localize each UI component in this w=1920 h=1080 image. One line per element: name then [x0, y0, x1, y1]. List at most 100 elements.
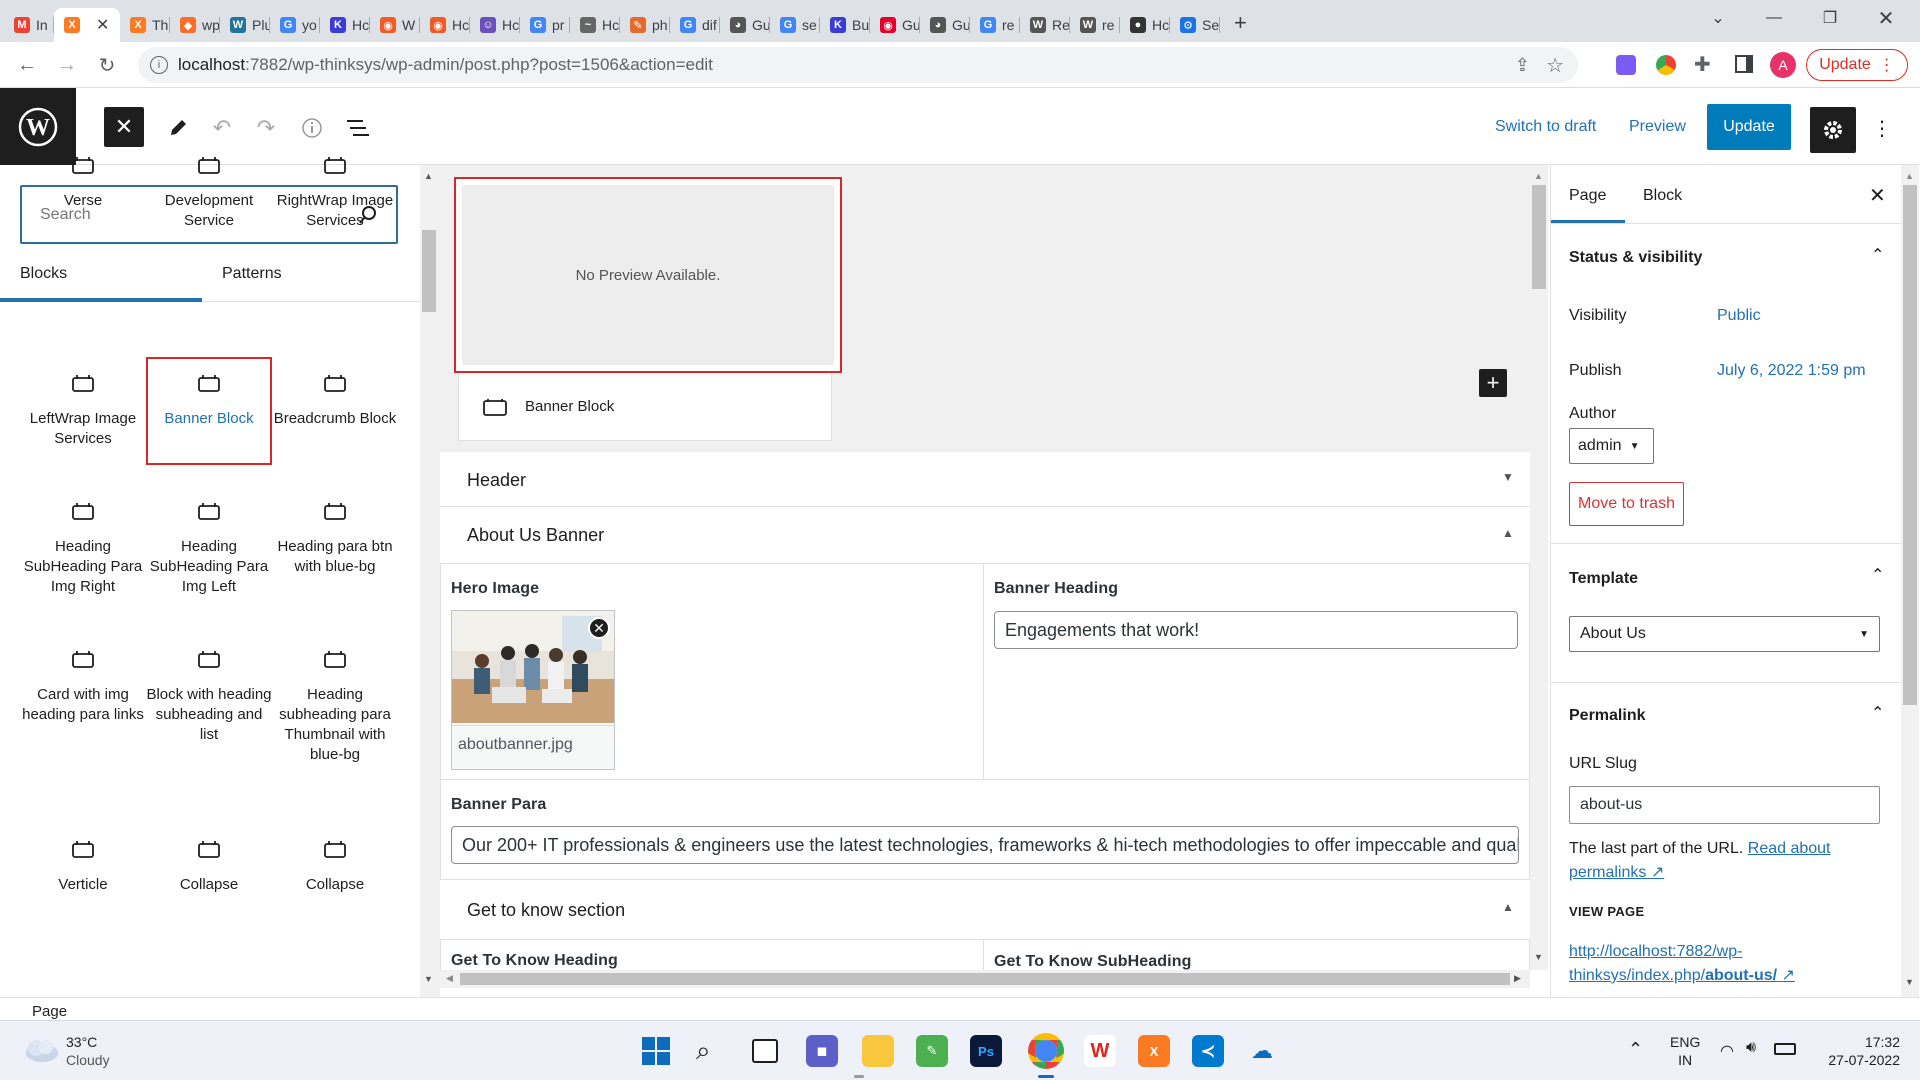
scroll-down-arrow-icon[interactable]: ▼: [424, 974, 433, 984]
wordpress-logo-icon[interactable]: W: [0, 88, 76, 165]
block-item[interactable]: Verse: [20, 157, 146, 211]
cloud-sync-icon[interactable]: ☁: [1246, 1035, 1278, 1067]
chevron-up-icon[interactable]: ⌃: [1871, 245, 1884, 265]
browser-tab[interactable]: Gdif: [670, 8, 720, 42]
volume-icon[interactable]: 🔊︎: [1746, 1039, 1756, 1057]
status-visibility-heading[interactable]: Status & visibility: [1569, 249, 1702, 267]
preview-button[interactable]: Preview: [1629, 118, 1686, 136]
list-view-icon[interactable]: [338, 108, 378, 148]
scroll-thumb[interactable]: [422, 230, 436, 312]
block-item[interactable]: RightWrap Image Services: [272, 157, 398, 231]
close-window-button[interactable]: ✕: [1858, 0, 1914, 36]
block-item[interactable]: Banner Block: [146, 357, 272, 465]
scroll-down-arrow-icon[interactable]: ▼: [1905, 977, 1914, 987]
block-item[interactable]: Heading para btn with blue-bg: [272, 503, 398, 577]
move-to-trash-button[interactable]: Move to trash: [1569, 482, 1684, 526]
horizontal-scroll-thumb[interactable]: [460, 973, 1510, 985]
banner-para-input[interactable]: Our 200+ IT professionals & engineers us…: [451, 826, 1519, 864]
canvas-vertical-scrollbar[interactable]: ▲ ▼: [1530, 165, 1548, 970]
hero-image-thumbnail[interactable]: ✕ aboutbanner.jpg: [451, 610, 615, 770]
close-tab-icon[interactable]: ✕: [96, 15, 109, 35]
browser-tab[interactable]: ◉ W: [370, 8, 420, 42]
browser-tab[interactable]: Wre: [1070, 8, 1120, 42]
scroll-up-arrow-icon[interactable]: ▲: [1905, 171, 1914, 181]
tab-block[interactable]: Block: [1643, 187, 1682, 205]
browser-tab[interactable]: Gre: [970, 8, 1020, 42]
canvas-horizontal-scrollbar[interactable]: ◀ ▶: [440, 970, 1530, 988]
photoshop-icon[interactable]: Ps: [970, 1035, 1002, 1067]
scroll-right-arrow-icon[interactable]: ▶: [1514, 973, 1521, 984]
browser-tab[interactable]: ◆ wp: [170, 8, 220, 42]
close-inserter-button[interactable]: ✕: [104, 107, 144, 147]
sidebar-scroll-thumb[interactable]: [1903, 185, 1917, 705]
tab-page[interactable]: Page: [1569, 187, 1606, 205]
tab-patterns[interactable]: Patterns: [222, 265, 282, 283]
maximize-button[interactable]: ❐: [1802, 0, 1858, 36]
chrome-icon[interactable]: [1028, 1033, 1064, 1069]
browser-tab[interactable]: W Plu: [220, 8, 270, 42]
block-item[interactable]: Collapse: [146, 841, 272, 895]
back-icon[interactable]: ←: [12, 50, 42, 80]
scroll-left-arrow-icon[interactable]: ◀: [446, 973, 453, 984]
browser-tab[interactable]: ~ Hc: [570, 8, 620, 42]
redo-icon[interactable]: ↷: [246, 108, 286, 148]
scroll-down-arrow-icon[interactable]: ▼: [1534, 952, 1543, 962]
block-item[interactable]: Heading SubHeading Para Img Right: [20, 503, 146, 597]
block-item[interactable]: Card with img heading para links: [20, 651, 146, 725]
tab-search-icon[interactable]: ⌄: [1690, 0, 1746, 36]
wps-office-icon[interactable]: W: [1084, 1035, 1116, 1067]
browser-tab[interactable]: ◕ Gu: [720, 8, 770, 42]
edit-tools-icon[interactable]: [158, 108, 198, 148]
scroll-up-arrow-icon[interactable]: ▲: [424, 171, 433, 181]
url-slug-input[interactable]: about-us: [1569, 786, 1880, 824]
bookmark-star-icon[interactable]: ☆: [1546, 53, 1564, 78]
forward-icon[interactable]: →: [52, 50, 82, 80]
wifi-icon[interactable]: ◠: [1720, 1041, 1734, 1061]
undo-icon[interactable]: ↶: [202, 108, 242, 148]
browser-tab[interactable]: ● Hc: [1120, 8, 1170, 42]
browser-tab[interactable]: K Hc: [320, 8, 370, 42]
block-item[interactable]: Verticle: [20, 841, 146, 895]
task-view-icon[interactable]: [752, 1039, 778, 1063]
accordion-about-banner[interactable]: About Us Banner ▲: [440, 508, 1530, 563]
puzzle-extensions-icon[interactable]: ✚: [1694, 52, 1711, 77]
permalink-heading[interactable]: Permalink: [1569, 707, 1645, 725]
side-panel-icon[interactable]: [1735, 55, 1753, 73]
template-heading[interactable]: Template: [1569, 570, 1638, 588]
sidebar-scrollbar[interactable]: ▲ ▼: [1901, 165, 1919, 997]
block-item[interactable]: Breadcrumb Block: [272, 375, 398, 429]
breadcrumb-page[interactable]: Page: [32, 1003, 67, 1020]
template-select[interactable]: About Us ▼: [1569, 616, 1880, 652]
profile-avatar[interactable]: A: [1770, 52, 1796, 78]
author-select[interactable]: admin ▼: [1569, 428, 1654, 464]
site-info-icon[interactable]: i: [150, 56, 168, 74]
view-page-link[interactable]: http://localhost:7882/wp-thinksys/index.…: [1569, 940, 1869, 988]
weather-description[interactable]: Cloudy: [66, 1051, 110, 1069]
chevron-up-icon[interactable]: ⌃: [1871, 565, 1884, 585]
browser-tab[interactable]: Gse: [770, 8, 820, 42]
scroll-up-arrow-icon[interactable]: ▲: [1534, 171, 1543, 181]
file-explorer-icon[interactable]: [862, 1035, 894, 1067]
minimize-button[interactable]: —: [1746, 0, 1802, 36]
accordion-get-to-know[interactable]: Get to know section ▲: [440, 880, 1530, 940]
browser-tab[interactable]: X Th: [120, 8, 170, 42]
remove-image-icon[interactable]: ✕: [588, 617, 610, 639]
browser-tab[interactable]: ◉ Gu: [870, 8, 920, 42]
block-item[interactable]: Heading subheading para Thumbnail with b…: [272, 651, 398, 765]
browser-tab[interactable]: K Bu: [820, 8, 870, 42]
browser-tab[interactable]: Gpr: [520, 8, 570, 42]
update-button[interactable]: Update: [1707, 104, 1791, 150]
vscode-icon[interactable]: ≺: [1192, 1035, 1224, 1067]
inserter-scrollbar[interactable]: ▲ ▼: [420, 165, 438, 997]
address-bar[interactable]: i localhost:7882/wp-thinksys/wp-admin/po…: [138, 47, 1578, 83]
battery-icon[interactable]: [1774, 1043, 1796, 1055]
block-item[interactable]: Block with heading subheading and list: [146, 651, 272, 745]
language-indicator[interactable]: ENG IN: [1670, 1033, 1700, 1069]
close-sidebar-icon[interactable]: ✕: [1869, 183, 1886, 208]
browser-tab[interactable]: ⚙ Se: [1170, 8, 1220, 42]
greenshot-icon[interactable]: ✎: [916, 1035, 948, 1067]
details-info-icon[interactable]: [292, 108, 332, 148]
teams-chat-icon[interactable]: ◼: [806, 1035, 838, 1067]
accordion-header-section[interactable]: Header ▼: [440, 452, 1530, 507]
block-item[interactable]: LeftWrap Image Services: [20, 375, 146, 449]
